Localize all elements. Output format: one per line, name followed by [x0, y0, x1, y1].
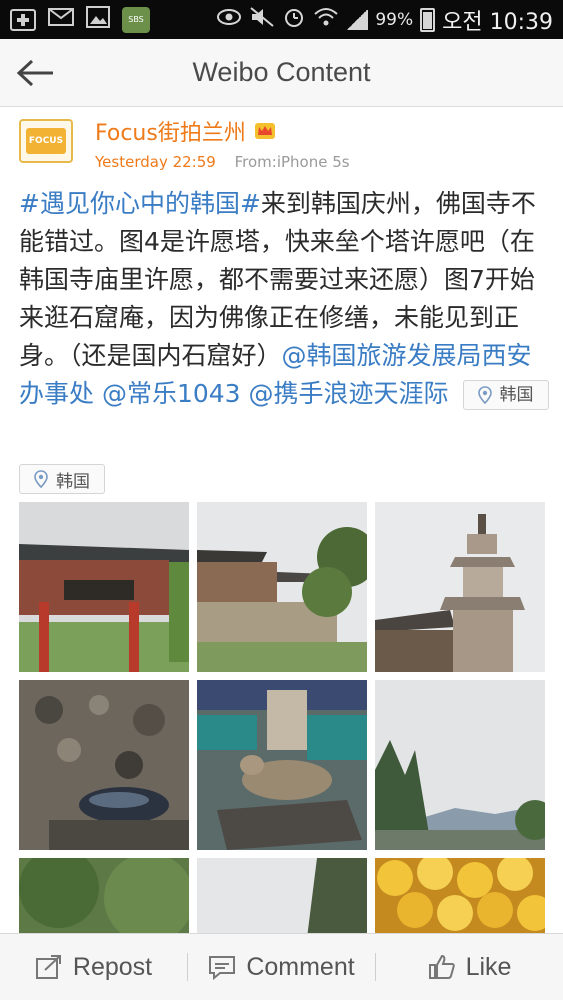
arrow-left-icon — [16, 59, 53, 86]
mail-icon — [48, 7, 74, 32]
avatar[interactable]: FOCUS — [19, 119, 73, 163]
clock: 오전 10:39 — [442, 9, 553, 35]
page-title: Weibo Content — [192, 57, 371, 87]
photo-mountain-view[interactable] — [375, 680, 545, 850]
repost-icon — [35, 955, 61, 979]
thumbs-up-icon — [428, 954, 455, 979]
location-chip[interactable]: 韩国 — [19, 464, 105, 494]
action-bar: Repost Comment Like — [0, 933, 563, 1000]
back-button[interactable] — [0, 39, 70, 107]
photo-forest[interactable] — [19, 858, 189, 933]
image-icon — [86, 6, 110, 33]
post-source: From:iPhone 5s — [234, 153, 350, 171]
photo-stone-cairns[interactable] — [19, 680, 189, 850]
comment-label: Comment — [246, 952, 355, 981]
location-label: 韩国 — [499, 385, 534, 405]
status-bar: SBS 99% 오전 10:39 — [0, 0, 563, 39]
sbs-app-icon: SBS — [122, 6, 150, 33]
post-time: Yesterday 22:59 — [95, 153, 216, 171]
post-content: FOCUS Focus街拍兰州 Yesterday 22:59 From:iPh… — [0, 107, 563, 933]
like-button[interactable]: Like — [376, 953, 563, 982]
mention-link[interactable]: @携手浪迹天涯际 — [249, 379, 449, 408]
comment-button[interactable]: Comment — [188, 953, 375, 982]
photo-sky-tree[interactable] — [197, 858, 367, 933]
eye-icon — [216, 8, 242, 31]
battery-icon — [420, 7, 436, 32]
photo-temple-terrace[interactable] — [197, 502, 367, 672]
crown-icon — [254, 123, 275, 139]
repost-button[interactable]: Repost — [0, 953, 187, 982]
hashtag-link[interactable]: #遇见你心中的韩国# — [19, 189, 261, 218]
battery-percent: 99% — [375, 9, 414, 30]
add-icon — [10, 8, 36, 31]
post-author: FOCUS Focus街拍兰州 Yesterday 22:59 From:iPh… — [19, 115, 350, 171]
location-pin-icon — [34, 470, 48, 488]
repost-label: Repost — [72, 952, 153, 981]
avatar-logo: FOCUS — [26, 128, 66, 154]
mention-link[interactable]: @常乐1043 — [102, 379, 241, 408]
signal-icon — [346, 9, 369, 30]
photo-grid — [19, 502, 545, 933]
photo-temple-gate[interactable] — [19, 502, 189, 672]
mute-icon — [249, 6, 275, 33]
location-chip[interactable]: 韩国 — [462, 380, 549, 410]
title-bar: Weibo Content — [0, 39, 563, 107]
post-text: #遇见你心中的韩国#来到韩国庆州，佛国寺不能错过。图4是许愿塔，快来垒个塔许愿吧… — [19, 185, 549, 413]
photo-lanterns[interactable] — [375, 858, 545, 933]
comment-icon — [209, 956, 236, 980]
wifi-icon — [313, 6, 339, 33]
location-pin-icon — [477, 386, 492, 404]
like-label: Like — [465, 952, 512, 981]
location-label: 韩国 — [56, 471, 90, 492]
author-name[interactable]: Focus街拍兰州 — [95, 115, 246, 147]
alarm-icon — [282, 5, 306, 34]
photo-pig-statue[interactable] — [197, 680, 367, 850]
photo-stone-pagoda[interactable] — [375, 502, 545, 672]
